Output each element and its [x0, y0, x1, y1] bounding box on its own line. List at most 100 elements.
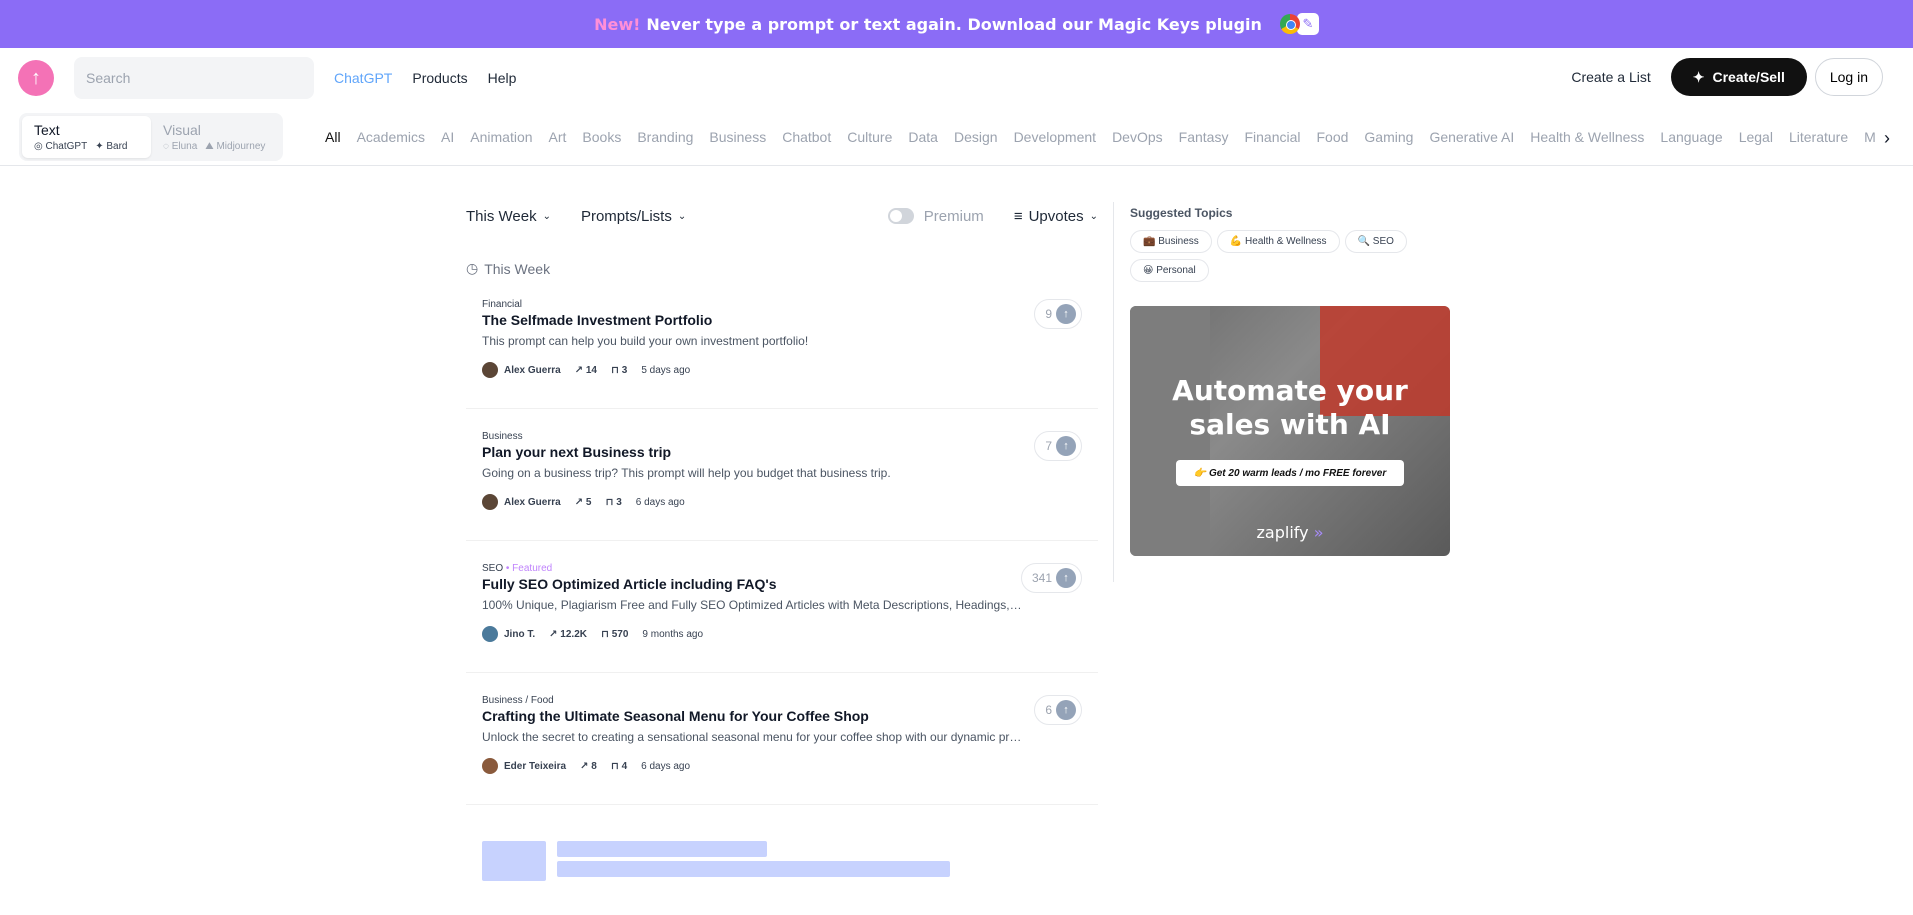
main-content: This Week ⌄ Prompts/Lists ⌄ Premium ≡ Up… — [0, 166, 1913, 881]
upvote-button[interactable]: 6 ↑ — [1034, 695, 1082, 725]
topic-chip[interactable]: 💪 Health & Wellness — [1216, 230, 1340, 253]
share-icon: ↗ — [549, 628, 558, 640]
category-tab[interactable]: DevOps — [1112, 129, 1163, 145]
sparkle-icon: ✦ — [1692, 68, 1705, 85]
category-tab[interactable]: Development — [1014, 129, 1097, 145]
card-category-label: Business / Food — [482, 695, 554, 706]
category-tab[interactable]: Financial — [1244, 129, 1300, 145]
card-author[interactable]: Jino T. — [482, 626, 535, 642]
prompt-card[interactable]: Business Plan your next Business trip Go… — [466, 409, 1098, 541]
chevron-down-icon: ⌄ — [542, 210, 551, 222]
category-tab[interactable]: Literature — [1789, 129, 1848, 145]
premium-toggle[interactable]: Premium — [887, 208, 984, 225]
bookmark-icon: ⊓ — [600, 628, 609, 640]
card-description: 100% Unique, Plagiarism Free and Fully S… — [482, 598, 1022, 612]
avatar — [482, 494, 498, 510]
login-button[interactable]: Log in — [1814, 58, 1883, 96]
category-tab[interactable]: Design — [954, 129, 998, 145]
upvote-button[interactable]: 341 ↑ — [1020, 563, 1082, 593]
upvote-button[interactable]: 7 ↑ — [1034, 431, 1082, 461]
card-author[interactable]: Alex Guerra — [482, 494, 561, 510]
toggle-switch[interactable] — [887, 208, 914, 224]
topic-chip[interactable]: 💼 Business — [1130, 230, 1212, 253]
create-list-link[interactable]: Create a List — [1571, 69, 1650, 85]
card-title[interactable]: Plan your next Business trip — [482, 444, 1082, 460]
card-timestamp: 5 days ago — [641, 364, 691, 376]
ad-brand-name: zaplify — [1256, 523, 1309, 542]
share-value: 5 — [585, 496, 592, 508]
card-category-label: Financial — [482, 299, 523, 310]
nav-help[interactable]: Help — [488, 70, 517, 86]
chevron-down-icon: ⌄ — [1089, 210, 1098, 222]
prompt-card[interactable]: Business / Food Crafting the Ultimate Se… — [466, 673, 1098, 805]
category-tab[interactable]: Books — [582, 129, 621, 145]
category-tab[interactable]: Food — [1316, 129, 1348, 145]
avatar — [482, 626, 498, 642]
category-tab[interactable]: Chatbot — [782, 129, 831, 145]
category-tab[interactable]: Art — [549, 129, 567, 145]
upvote-button[interactable]: 9 ↑ — [1034, 299, 1082, 329]
sort-icon: ≡ — [1013, 207, 1023, 225]
category-tab[interactable]: Fantasy — [1179, 129, 1229, 145]
search-box[interactable] — [74, 57, 314, 99]
period-label: This Week — [466, 207, 537, 225]
category-tab[interactable]: Culture — [847, 129, 892, 145]
arrow-up-icon: ↑ — [1056, 304, 1076, 324]
nav-products[interactable]: Products — [412, 70, 467, 86]
type-visual-option[interactable]: Visual ◌ Eluna ⛰ Midjourney — [151, 116, 280, 158]
category-tab[interactable]: Health & Wellness — [1530, 129, 1644, 145]
topic-list: 💼 Business 💪 Health & Wellness 🔍 SEO 😀 Pers… — [1130, 230, 1430, 282]
category-tab[interactable]: All — [325, 129, 341, 145]
card-category: Financial — [482, 299, 1082, 310]
category-tab[interactable]: Academics — [357, 129, 425, 145]
type-toggle: Text ◎ ChatGPT ✦ Bard Visual ◌ Eluna ⛰ M… — [19, 112, 283, 161]
promo-banner[interactable]: New! Never type a prompt or text again. … — [0, 0, 1913, 48]
ad-banner[interactable]: Automate your sales with AI 👉 Get 20 war… — [1130, 306, 1450, 556]
nav-chatgpt[interactable]: ChatGPT — [334, 70, 392, 86]
vote-count: 6 — [1045, 703, 1052, 717]
bookmark-icon: ⊓ — [611, 364, 619, 376]
save-count: ⊓ 4 — [611, 761, 627, 772]
section-heading: ◷ This Week — [466, 260, 1098, 277]
card-title[interactable]: Crafting the Ultimate Seasonal Menu for … — [482, 708, 1082, 724]
bard-model: ✦ Bard — [95, 140, 128, 152]
prompt-card[interactable]: SEO • Featured Fully SEO Optimized Artic… — [466, 541, 1098, 673]
kind-dropdown[interactable]: Prompts/Lists ⌄ — [581, 208, 686, 225]
period-dropdown[interactable]: This Week ⌄ — [466, 208, 551, 225]
save-value: 3 — [616, 496, 622, 508]
card-author[interactable]: Alex Guerra — [482, 362, 561, 378]
topic-chip[interactable]: 🔍 SEO — [1344, 230, 1407, 253]
featured-badge: • Featured — [505, 563, 553, 574]
category-tab[interactable]: Language — [1660, 129, 1722, 145]
search-input[interactable] — [86, 70, 314, 86]
topic-chip[interactable]: 😀 Personal — [1130, 259, 1209, 282]
avatar — [482, 362, 498, 378]
ad-cta[interactable]: 👉 Get 20 warm leads / mo FREE forever — [1176, 460, 1404, 486]
category-tab[interactable]: Data — [908, 129, 938, 145]
card-meta: Alex Guerra ↗ 5 ⊓ 3 6 days ago — [482, 494, 1082, 510]
category-tab[interactable]: Gaming — [1364, 129, 1413, 145]
category-tab[interactable]: Business — [709, 129, 766, 145]
card-author[interactable]: Eder Teixeira — [482, 758, 566, 774]
category-tab[interactable]: Generative AI — [1429, 129, 1514, 145]
category-tab[interactable]: AI — [441, 129, 454, 145]
site-header: ↑ ChatGPT Products Help Create a List ✦ … — [0, 48, 1913, 108]
category-tabs: All Academics AI Animation Art Books Branding B… — [325, 129, 1885, 145]
prompt-card[interactable]: Financial The Selfmade Investment Portfo… — [466, 277, 1098, 409]
plugin-icons: ✎ — [1279, 13, 1319, 35]
chevron-right-icon[interactable]: › — [1875, 126, 1899, 150]
card-title[interactable]: Fully SEO Optimized Article including FA… — [482, 576, 1082, 592]
site-logo[interactable]: ↑ — [18, 60, 54, 96]
card-title[interactable]: The Selfmade Investment Portfolio — [482, 312, 1082, 328]
arrow-up-icon: ↑ — [1056, 700, 1076, 720]
banner-text: Never type a prompt or text again. Downl… — [646, 14, 1262, 34]
category-tab[interactable]: Animation — [470, 129, 532, 145]
sort-dropdown[interactable]: ≡ Upvotes ⌄ — [1014, 208, 1098, 225]
create-sell-button[interactable]: ✦ Create/Sell — [1670, 58, 1807, 96]
category-tab[interactable]: Branding — [637, 129, 693, 145]
vote-count: 341 — [1031, 571, 1052, 585]
type-text-option[interactable]: Text ◎ ChatGPT ✦ Bard — [22, 115, 151, 158]
share-count: ↗ 12.2K — [549, 629, 587, 640]
share-icon: ↗ — [574, 496, 584, 508]
category-tab[interactable]: Legal — [1739, 129, 1773, 145]
